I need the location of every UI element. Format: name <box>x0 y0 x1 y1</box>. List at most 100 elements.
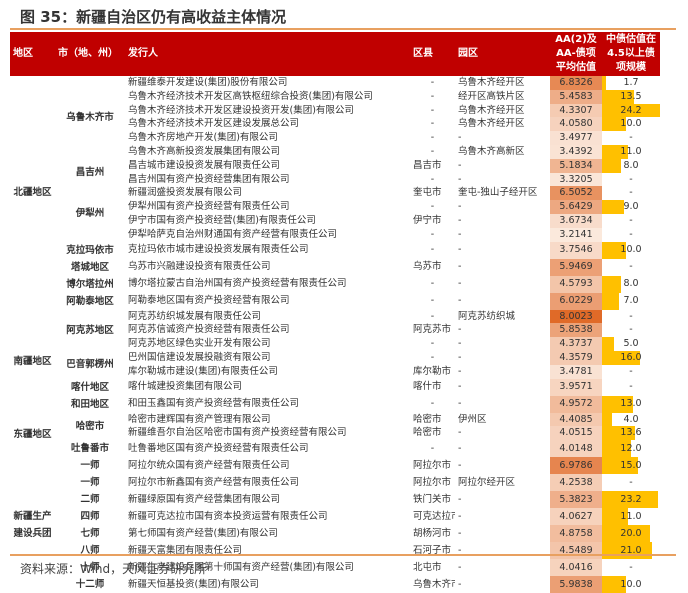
avg-valuation-cell: 4.0515 <box>550 426 602 441</box>
scale-value: 4.0 <box>623 413 639 425</box>
city-cell: 一师 <box>80 477 100 489</box>
scale-cell: - <box>602 131 660 145</box>
avg-valuation-cell: 3.4977 <box>550 131 602 145</box>
scale-cell: - <box>602 186 660 200</box>
avg-valuation-cell: 4.2538 <box>550 474 602 492</box>
scale-cell: - <box>602 228 660 242</box>
source-note: 资料来源：Wind，天风证券研究所 <box>20 562 207 576</box>
scale-cell: 11.0 <box>602 508 660 526</box>
scale-value: 9.0 <box>623 201 639 213</box>
avg-valuation-cell: 5.4583 <box>550 89 602 104</box>
park-cell: - <box>458 381 462 393</box>
scale-cell: 13.5 <box>602 89 660 104</box>
city-cell: 喀什地区 <box>70 381 109 393</box>
county-cell: - <box>430 278 435 290</box>
city-cell: 十二师 <box>75 579 105 591</box>
county-cell: - <box>430 295 435 307</box>
avg-valuation-cell: 8.0023 <box>550 309 602 324</box>
scale-value: - <box>629 132 633 144</box>
county-cell: 哈密市 <box>413 413 442 425</box>
scale-value: - <box>629 381 633 393</box>
city-cell: 克拉玛依市 <box>66 244 114 256</box>
county-cell: 乌鲁木齐市 <box>413 578 455 590</box>
scale-value: - <box>629 476 633 488</box>
avg-valuation-cell: 6.8326 <box>550 76 602 90</box>
region-cell: 东疆地区 <box>13 429 52 441</box>
avg-valuation-cell: 3.2141 <box>550 227 602 242</box>
issuer-cell: 乌鲁木齐房地产开发(集团)有限公司 <box>128 132 278 144</box>
scale-cell: 10.0 <box>602 576 660 593</box>
issuer-cell: 阿勒泰地区国有资产投资经营有限公司 <box>128 295 290 307</box>
county-cell: 阿拉尔市 <box>413 459 452 471</box>
county-cell: 阿克苏市 <box>413 324 452 336</box>
scale-cell: 13.0 <box>602 395 660 413</box>
issuer-cell: 昌吉州国有资产投资经营集团有限公司 <box>128 173 290 185</box>
park-cell: - <box>458 278 462 290</box>
scale-cell: 16.0 <box>602 350 660 365</box>
avg-valuation-cell: 4.0627 <box>550 508 602 526</box>
avg-valuation-cell: 4.3737 <box>550 337 602 351</box>
issuer-cell: 吐鲁番地区国有资产投资经营有限责任公司 <box>128 442 309 454</box>
avg-valuation-cell: 3.9571 <box>550 378 602 396</box>
scale-value: 10.0 <box>620 118 642 130</box>
scale-value: 16.0 <box>620 351 642 363</box>
park-cell: 乌鲁木齐经开区 <box>458 77 525 88</box>
issuer-cell: 乌苏市兴融建设投资有限责任公司 <box>128 261 271 273</box>
scale-value: - <box>629 561 633 573</box>
scale-cell: 20.0 <box>602 525 660 543</box>
park-cell: 乌鲁木齐经开区 <box>458 104 525 116</box>
header-park: 园区 <box>455 32 550 76</box>
county-cell: - <box>430 244 435 256</box>
issuer-cell: 博尔塔拉蒙古自治州国有资产投资经营有限责任公司 <box>128 278 347 290</box>
scale-value: 13.0 <box>620 398 642 410</box>
park-cell: - <box>458 398 462 410</box>
county-cell: 喀什市 <box>413 381 442 393</box>
scale-value: - <box>629 173 633 185</box>
table-row: 伊犁州 新疆润盛投资发展有限公司 奎屯市 奎屯-独山子经开区 6.5052 - <box>10 186 660 219</box>
issuer-cell: 乌鲁木齐经济技术开发区高铁枢纽综合投资(集团)有限公司 <box>128 90 373 102</box>
issuer-cell: 新疆润盛投资发展有限公司 <box>128 187 243 199</box>
city-cell: 八师 <box>80 545 100 557</box>
park-cell: - <box>458 173 462 185</box>
park-cell: - <box>458 261 462 273</box>
header-issuer: 发行人 <box>125 32 410 76</box>
avg-valuation-cell: 4.0580 <box>550 117 602 132</box>
county-cell: 铁门关市 <box>413 493 452 505</box>
county-cell: 可克达拉市 <box>413 510 455 522</box>
county-cell: 库尔勒市 <box>413 365 452 377</box>
city-cell: 阿勒泰地区 <box>66 295 114 307</box>
scale-value: 10.0 <box>620 244 642 256</box>
scale-cell: - <box>602 559 660 576</box>
county-cell: 伊宁市 <box>413 214 442 226</box>
avg-valuation-cell: 6.0229 <box>550 292 602 310</box>
scale-value: 11.0 <box>620 510 642 522</box>
county-cell: 哈密市 <box>413 427 442 439</box>
avg-valuation-cell: 3.3205 <box>550 172 602 187</box>
city-cell: 四师 <box>80 511 100 523</box>
park-cell: - <box>458 544 462 556</box>
table-header: 地区 市（地、州） 发行人 区县 园区 AA(2)及AA-债项平均估值 中债估值… <box>10 32 660 76</box>
avg-valuation-cell: 5.1834 <box>550 158 602 173</box>
scale-value: 10.0 <box>620 578 642 590</box>
table-row: 和田地区 和田玉鑫国有资产投资经营有限责任公司 - - 4.9572 13.0 <box>10 395 660 413</box>
county-cell: - <box>430 310 435 322</box>
park-cell: - <box>458 527 462 539</box>
issuer-cell: 乌鲁木齐高新投资发展集团有限公司 <box>128 145 281 157</box>
scale-cell: 10.0 <box>602 117 660 132</box>
avg-valuation-cell: 4.0148 <box>550 440 602 458</box>
scale-cell: 1.7 <box>602 76 660 90</box>
table-row: 南疆地区 阿克苏地区 阿克苏纺织城发展有限责任公司 - 阿克苏纺织城 8.0023 - <box>10 309 660 367</box>
scale-cell: - <box>602 310 660 324</box>
table-row: 塔城地区 乌苏市兴融建设投资有限责任公司 乌苏市 - 5.9469 - <box>10 258 660 276</box>
city-cell: 昌吉州 <box>75 167 105 179</box>
scale-value: - <box>629 187 633 199</box>
park-cell: - <box>458 427 462 439</box>
table-row: 喀什地区 喀什城建投资集团有限公司 喀什市 - 3.9571 - <box>10 378 660 396</box>
avg-valuation-cell: 3.4392 <box>550 144 602 159</box>
scale-value: - <box>629 310 633 322</box>
scale-cell: - <box>602 259 660 276</box>
scale-value: - <box>629 261 633 273</box>
park-cell: - <box>458 244 462 256</box>
header-city: 市（地、州） <box>55 32 125 76</box>
table-row: 巴音郭楞州 巴州国信建设发展投融资有限公司 - - 4.3579 16.0 <box>10 350 660 370</box>
